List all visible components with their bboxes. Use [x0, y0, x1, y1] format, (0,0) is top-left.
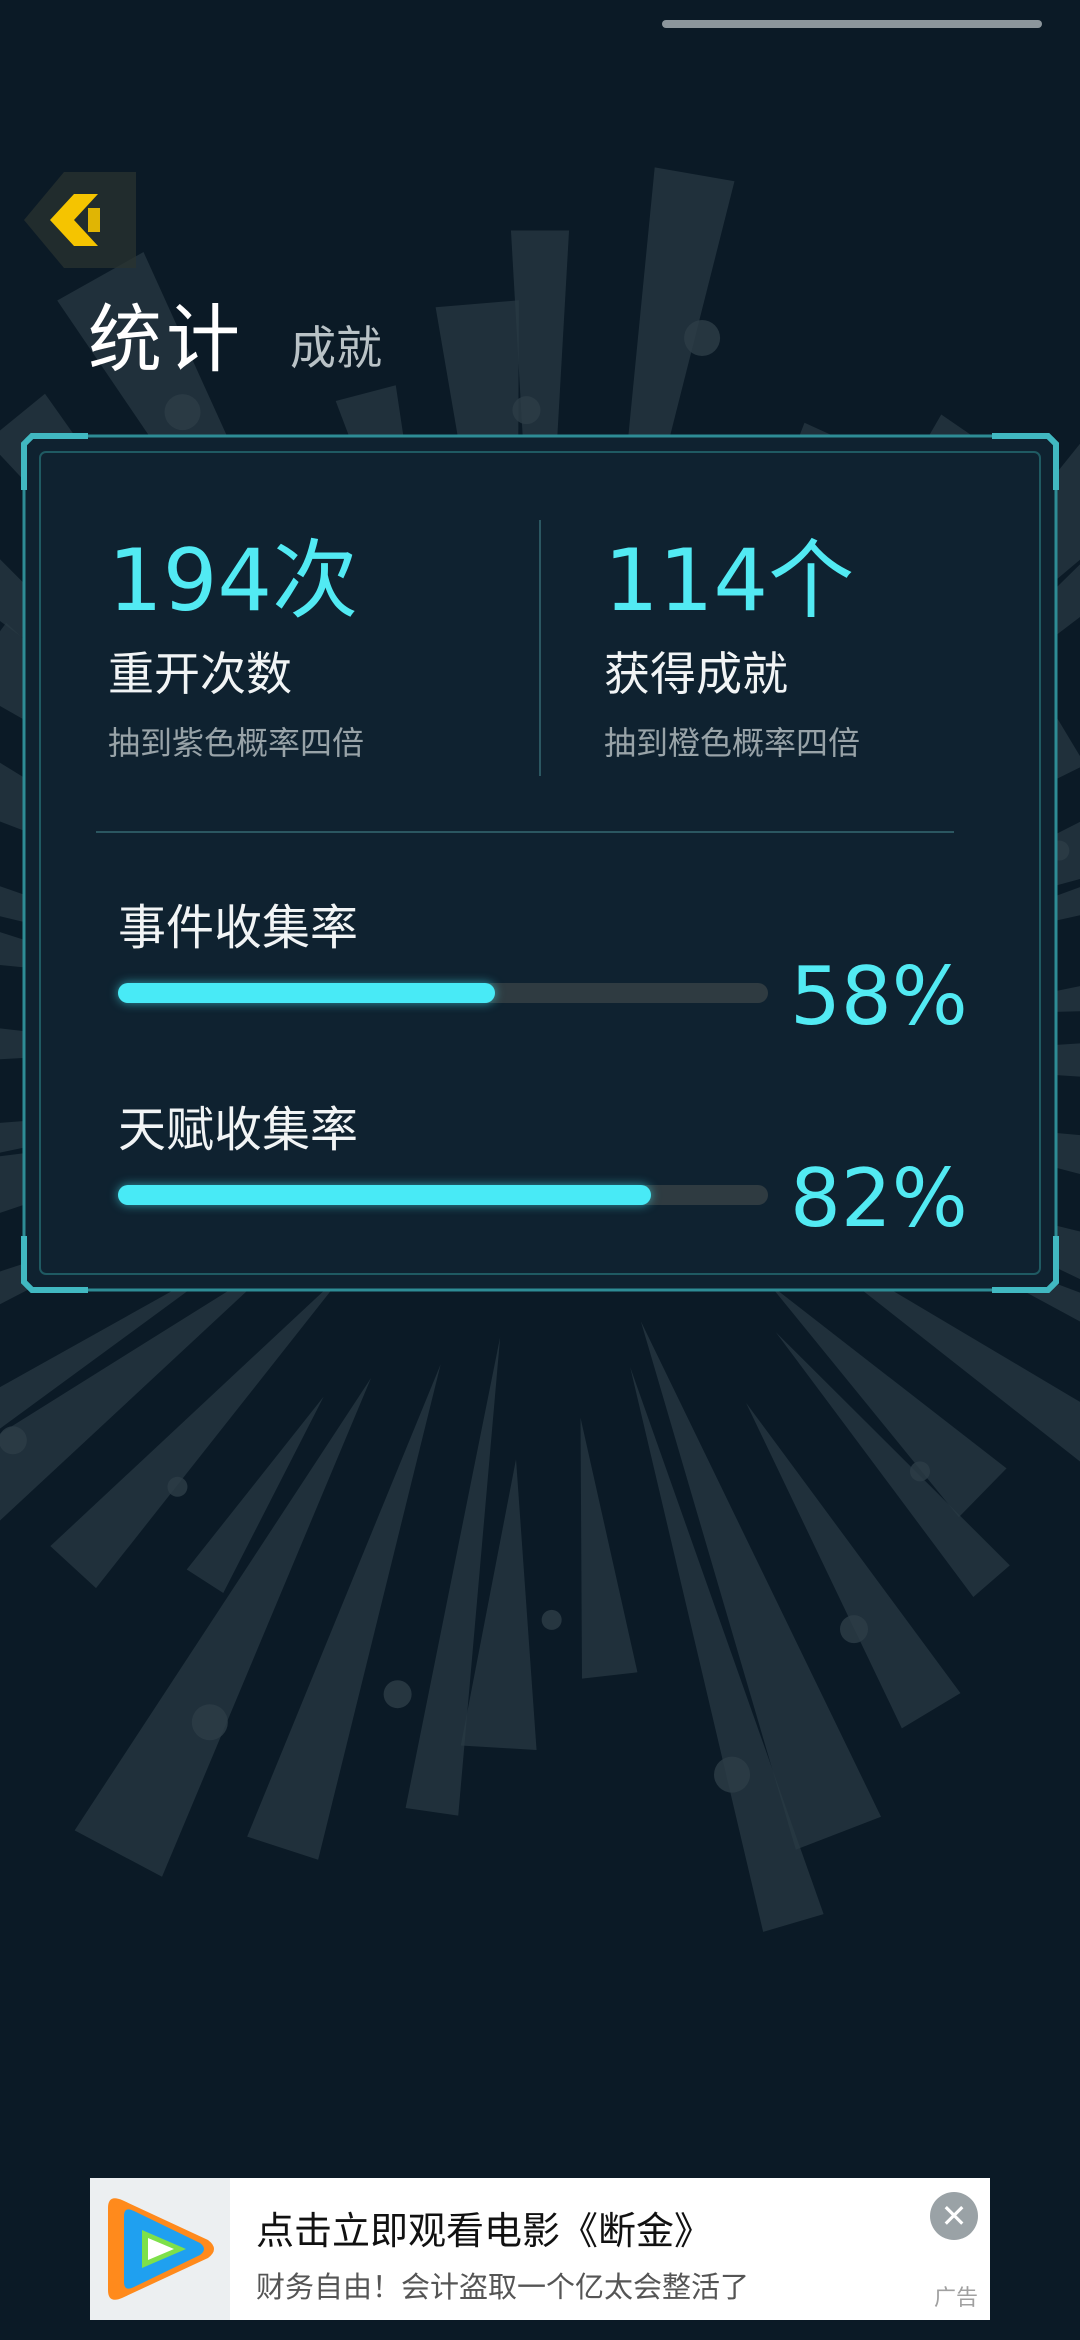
section-divider	[96, 831, 954, 833]
talent-rate-bar	[118, 1185, 768, 1205]
burst-dot	[684, 319, 721, 356]
burst-dot	[191, 1704, 228, 1741]
stats-divider	[539, 520, 541, 776]
restart-count-stat: 194次 重开次数 抽到紫色概率四倍	[108, 538, 364, 764]
burst-dot	[909, 1461, 930, 1482]
burst-dot	[0, 1426, 27, 1455]
play-logo-icon	[108, 2198, 214, 2300]
event-rate-bar	[118, 983, 768, 1003]
restart-count-sub: 抽到紫色概率四倍	[108, 724, 365, 762]
burst-dot	[164, 394, 201, 431]
home-indicator[interactable]	[662, 20, 1042, 28]
back-button[interactable]	[24, 172, 136, 268]
talent-rate-percent: 82%	[790, 1152, 968, 1245]
tab-achievements[interactable]: 成就	[290, 312, 382, 378]
restart-count-label: 重开次数	[108, 647, 292, 701]
achievement-count-value: 114个	[604, 531, 855, 631]
ad-label: 广告	[933, 2286, 978, 2311]
close-icon[interactable]: ✕	[930, 2192, 978, 2240]
burst-dot	[714, 1756, 751, 1793]
restart-count-value: 194次	[108, 531, 359, 631]
achievement-count-label: 获得成就	[604, 647, 788, 701]
ad-description: 财务自由！会计盗取一个亿太会整活了	[256, 2270, 750, 2304]
burst-dot	[383, 1680, 412, 1709]
video-app-logo	[90, 2178, 230, 2320]
page-title: 统计	[88, 297, 244, 383]
burst-dot	[541, 1609, 562, 1630]
burst-dot	[839, 1615, 868, 1644]
burst-dot	[167, 1476, 188, 1497]
event-rate-fill	[118, 983, 495, 1003]
event-rate-percent: 58%	[790, 950, 968, 1043]
talent-rate-label: 天赋收集率	[118, 1102, 359, 1158]
achievement-count-sub: 抽到橙色概率四倍	[604, 724, 861, 762]
ad-title: 点击立即观看电影《断金》	[256, 2209, 713, 2253]
achievement-count-stat: 114个 获得成就 抽到橙色概率四倍	[604, 538, 860, 764]
event-rate-label: 事件收集率	[118, 900, 359, 956]
burst-ray	[580, 1417, 638, 1679]
talent-rate-fill	[118, 1185, 651, 1205]
ad-banner[interactable]: 点击立即观看电影《断金》 财务自由！会计盗取一个亿太会整活了 ✕ 广告	[90, 2178, 990, 2320]
burst-dot	[512, 396, 541, 425]
